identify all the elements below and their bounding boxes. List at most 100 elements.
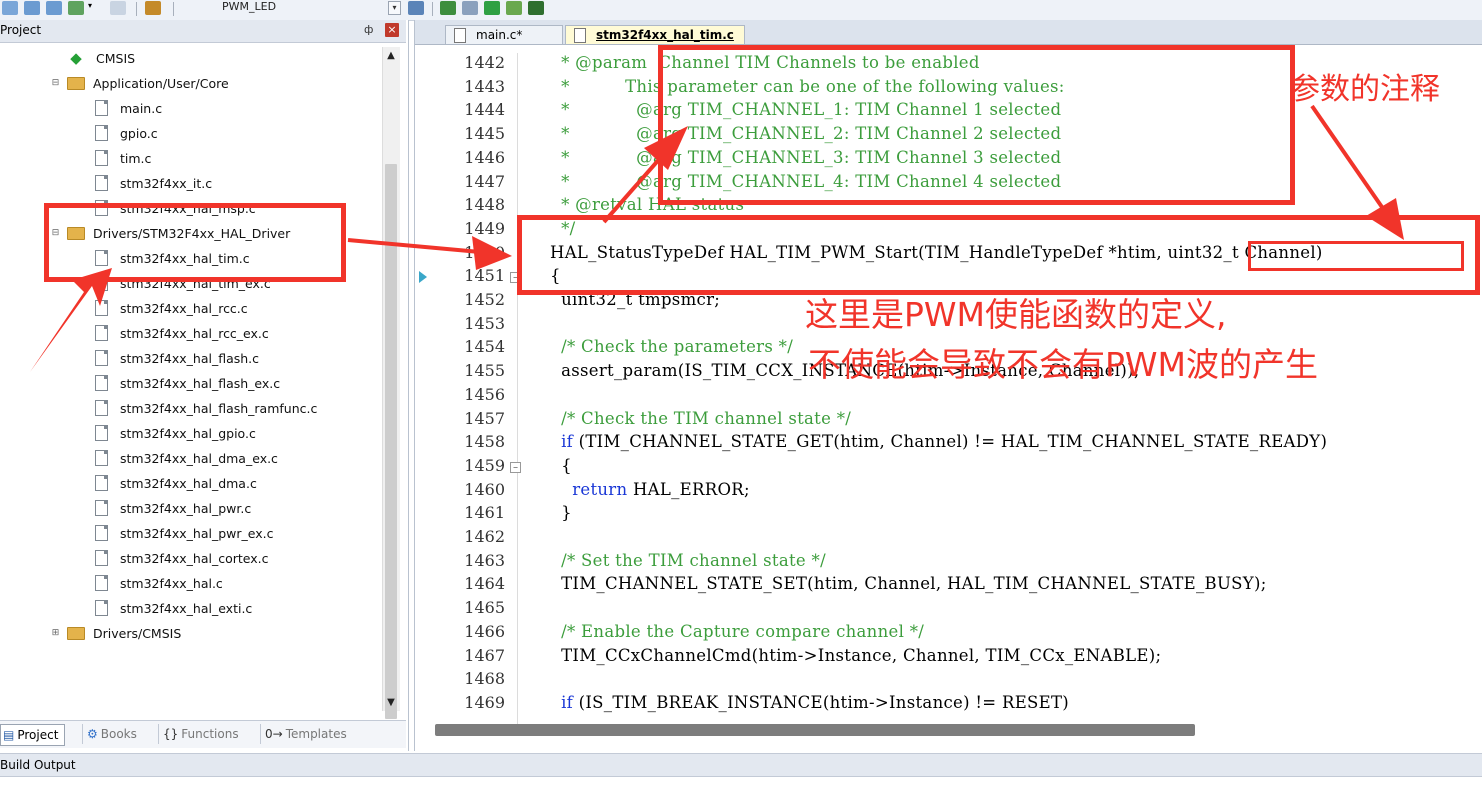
tree-item-label: stm32f4xx_hal_flash_ex.c (120, 375, 281, 391)
tree-file[interactable]: stm32f4xx_hal_flash_ex.c (95, 372, 280, 394)
toolbar-manage-icon[interactable] (408, 1, 424, 15)
tree-component[interactable]: ◆ CMSIS (68, 47, 135, 69)
code-line[interactable]: } (550, 503, 572, 522)
tree-item-label: stm32f4xx_hal.c (120, 575, 223, 591)
tree-file[interactable]: tim.c (95, 147, 151, 169)
tree-file[interactable]: stm32f4xx_hal_flash_ramfunc.c (95, 397, 317, 419)
tree-file[interactable]: stm32f4xx_hal.c (95, 572, 223, 594)
file-icon (95, 400, 108, 416)
scroll-up-icon[interactable]: ▲ (383, 47, 399, 64)
close-icon[interactable]: × (385, 23, 399, 37)
tree-item-label: CMSIS (96, 50, 136, 66)
toolbar-dropdown-icon[interactable]: ▾ (88, 1, 96, 15)
tree-folder[interactable]: ⊟ Application/User/Core (50, 72, 229, 94)
file-icon (95, 550, 108, 566)
tree-file[interactable]: stm32f4xx_hal_exti.c (95, 597, 252, 619)
annotation-box-param-comment (658, 45, 1295, 205)
keyword: if (561, 692, 574, 712)
file-icon (95, 350, 108, 366)
toolbar-options-icon[interactable] (110, 1, 126, 15)
code-line[interactable]: if (TIM_CHANNEL_STATE_GET(htim, Channel)… (550, 432, 1327, 451)
collapse-icon[interactable]: ⊟ (50, 78, 61, 89)
toolbar-rebuild-icon[interactable] (46, 1, 62, 15)
tab-main-c[interactable]: main.c* (445, 25, 563, 44)
tree-file[interactable]: stm32f4xx_hal_rcc_ex.c (95, 322, 269, 344)
tree-item-label: stm32f4xx_hal_dma_ex.c (120, 450, 278, 466)
tree-item-label: stm32f4xx_hal_rcc.c (120, 300, 248, 316)
tree-folder[interactable]: ⊞ Drivers/CMSIS (50, 622, 182, 644)
scroll-thumb[interactable] (385, 164, 397, 719)
expand-icon[interactable]: ⊞ (50, 628, 61, 639)
toolbar-separator (173, 2, 174, 16)
tree-file[interactable]: stm32f4xx_hal_pwr_ex.c (95, 522, 273, 544)
panel-tab-label: Templates (285, 727, 347, 741)
tab-functions[interactable]: {} Functions (158, 724, 243, 744)
tree-file[interactable]: stm32f4xx_hal_flash.c (95, 347, 259, 369)
project-tree: ◆ CMSIS ⊟ Application/User/Core main.c gpio.c… (0, 45, 380, 705)
line-number: 1458 (464, 432, 505, 452)
toolbar-filter-icon[interactable] (506, 1, 522, 15)
tree-item-label: Drivers/CMSIS (93, 625, 182, 641)
toolbar-build-icon[interactable] (24, 1, 40, 15)
current-line-arrow-icon (419, 271, 427, 284)
folder-icon (67, 76, 85, 90)
pin-icon[interactable]: ф (364, 23, 373, 36)
line-number: 1451 (464, 266, 505, 286)
tab-books[interactable]: ⚙ Books (82, 724, 141, 744)
tree-file[interactable]: stm32f4xx_hal_pwr.c (95, 497, 251, 519)
code-line[interactable]: TIM_CHANNEL_STATE_SET(htim, Channel, HAL… (550, 574, 1267, 593)
code-line[interactable]: /* Set the TIM channel state */ (550, 551, 826, 570)
code-line[interactable]: return HAL_ERROR; (550, 480, 750, 499)
tab-templates[interactable]: 0→ Templates (260, 724, 351, 744)
tree-item-label: stm32f4xx_hal_dma.c (120, 475, 257, 491)
project-panel: Project ф × ◆ CMSIS ⊟ Application/User/Core… (0, 20, 409, 751)
project-tree-scrollbar[interactable]: ▲ ▼ (382, 47, 400, 719)
scroll-down-icon[interactable]: ▼ (383, 694, 399, 711)
tree-file[interactable]: gpio.c (95, 122, 158, 144)
tab-project[interactable]: ▤ Project (0, 724, 66, 746)
file-icon (95, 125, 108, 141)
toolbar-download-icon[interactable] (68, 1, 84, 15)
file-icon (95, 450, 108, 466)
tree-file[interactable]: main.c (95, 97, 162, 119)
toolbar-pack-icon[interactable] (440, 1, 456, 15)
toolbar-target-icon[interactable] (145, 1, 161, 15)
keyword: return (572, 479, 628, 499)
toolbar-rte-icon[interactable] (462, 1, 478, 15)
code-line[interactable]: TIM_CCxChannelCmd(htim->Instance, Channe… (550, 646, 1161, 665)
books-tab-icon: ⚙ (87, 727, 98, 741)
code-line[interactable]: /* Check the parameters */ (550, 337, 793, 356)
target-select[interactable]: PWM_LED (222, 0, 372, 14)
line-number: 1454 (464, 337, 505, 357)
code-line[interactable]: { (550, 456, 572, 475)
toolbar-run-icon[interactable] (528, 1, 544, 15)
toolbar-separator (136, 2, 137, 16)
target-dropdown-icon[interactable]: ▾ (388, 1, 401, 15)
toolbar-install-icon[interactable] (484, 1, 500, 15)
project-panel-title: Project (0, 23, 42, 37)
tree-file[interactable]: stm32f4xx_hal_cortex.c (95, 547, 268, 569)
annotation-box-channel-param (1248, 241, 1464, 271)
tree-file[interactable]: stm32f4xx_hal_gpio.c (95, 422, 256, 444)
tab-stm32f4xx-hal-tim-c[interactable]: stm32f4xx_hal_tim.c (565, 25, 745, 44)
line-number: 1465 (464, 598, 505, 618)
code-line[interactable]: /* Check the TIM channel state */ (550, 409, 851, 428)
tree-file[interactable]: stm32f4xx_hal_dma.c (95, 472, 257, 494)
file-icon (95, 100, 108, 116)
tree-item-label: gpio.c (120, 125, 158, 141)
line-number: 1449 (464, 218, 505, 238)
annotation-pwm-line2: 不使能会导致不会有PWM波的产生 (808, 345, 1319, 384)
tree-item-label: main.c (120, 100, 163, 116)
toolbar-batch-icon[interactable] (2, 1, 18, 15)
code-line[interactable]: if (IS_TIM_BREAK_INSTANCE(htim->Instance… (550, 693, 1069, 712)
code-line[interactable]: /* Enable the Capture compare channel */ (550, 622, 924, 641)
fold-collapse-icon[interactable]: − (510, 461, 521, 473)
tree-file[interactable]: stm32f4xx_hal_rcc.c (95, 297, 248, 319)
annotation-pwm-line1: 这里是PWM使能函数的定义, (805, 295, 1227, 334)
file-icon (95, 375, 108, 391)
tree-file[interactable]: stm32f4xx_hal_dma_ex.c (95, 447, 278, 469)
tree-file[interactable]: stm32f4xx_it.c (95, 172, 212, 194)
line-number: 1464 (464, 574, 505, 594)
line-number: 1453 (464, 313, 505, 333)
horizontal-scrollbar-thumb[interactable] (435, 724, 1195, 736)
